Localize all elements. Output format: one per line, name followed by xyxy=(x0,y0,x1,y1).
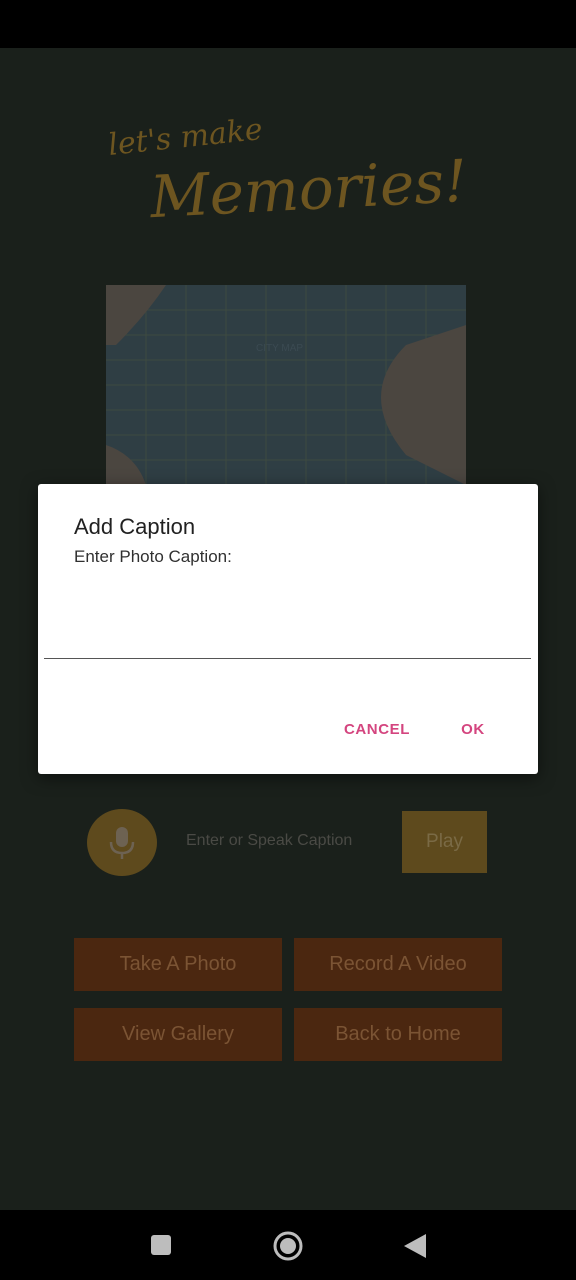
back-icon[interactable] xyxy=(402,1232,428,1260)
photo-caption-field[interactable] xyxy=(44,604,531,659)
microphone-icon xyxy=(109,827,135,859)
map-label: CITY MAP xyxy=(256,343,303,354)
city-map-illustration: CITY MAP xyxy=(106,285,466,485)
home-icon[interactable] xyxy=(272,1230,304,1262)
ok-button[interactable]: OK xyxy=(448,708,498,750)
dialog-title: Add Caption xyxy=(74,514,196,539)
cancel-button[interactable]: CANCEL xyxy=(334,708,420,750)
navigation-bar xyxy=(0,1210,576,1280)
record-video-button[interactable]: Record A Video xyxy=(294,938,502,991)
take-photo-button[interactable]: Take A Photo xyxy=(74,938,282,991)
caption-input[interactable] xyxy=(186,825,386,857)
back-to-home-button[interactable]: Back to Home xyxy=(294,1008,502,1061)
status-bar xyxy=(0,0,576,48)
view-gallery-button[interactable]: View Gallery xyxy=(74,1008,282,1061)
dialog-message: Enter Photo Caption: xyxy=(74,547,232,566)
add-caption-dialog: Add Caption Enter Photo Caption: CANCEL … xyxy=(38,484,538,774)
recent-apps-icon[interactable] xyxy=(150,1234,172,1256)
play-button[interactable]: Play xyxy=(402,811,487,873)
mic-button[interactable] xyxy=(87,809,157,876)
